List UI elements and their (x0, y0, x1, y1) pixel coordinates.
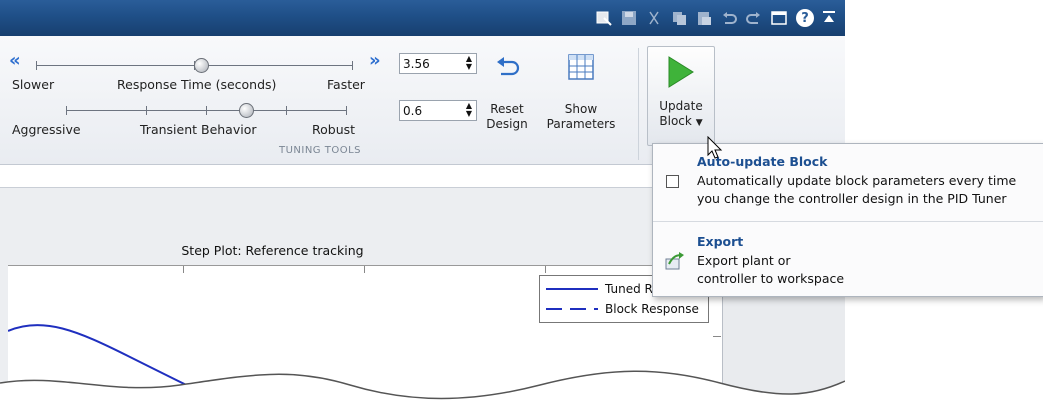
save-icon[interactable] (619, 8, 639, 28)
parameters-label: Parameters (546, 117, 616, 131)
torn-edge (0, 370, 845, 413)
slower-label: Slower (12, 77, 55, 92)
aggressive-label: Aggressive (12, 122, 81, 137)
legend-block-label: Block Response (605, 302, 699, 316)
spinner-arrows-icon[interactable]: ▲ ▼ (466, 102, 472, 118)
legend-entry-tuned: Tuned R (546, 279, 653, 299)
show-label: Show (564, 102, 598, 116)
play-icon (666, 55, 696, 93)
legend-solid-line (546, 288, 598, 290)
quick-access-toolbar: ? (594, 6, 839, 30)
robust-label: Robust (312, 122, 356, 137)
response-time-field[interactable]: 3.56 ▲ ▼ (399, 53, 477, 74)
response-time-value: 3.56 (403, 57, 430, 71)
transient-behavior-slider[interactable] (8, 99, 383, 123)
paste-icon[interactable] (694, 8, 714, 28)
menu-item-export[interactable]: Export Export plant or controller to wor… (653, 222, 1043, 296)
response-time-slider[interactable]: « » (8, 50, 383, 78)
design-label: Design (486, 117, 528, 131)
export-icon (665, 252, 685, 274)
undo-icon[interactable] (719, 8, 739, 28)
update-block-menu: Auto-update Block Automatically update b… (652, 143, 1043, 297)
tuning-tools-group-label: TUNING TOOLS (278, 145, 362, 156)
group-separator (638, 48, 639, 160)
mouse-cursor-icon (707, 136, 723, 159)
dropdown-arrow-icon[interactable]: ▼ (696, 118, 703, 128)
legend-tuned-label: Tuned R (605, 282, 653, 296)
collapse-icon[interactable] (819, 8, 839, 28)
transient-behavior-label: Transient Behavior (140, 122, 257, 137)
help-icon[interactable]: ? (796, 9, 814, 27)
reset-label: Reset (490, 102, 524, 116)
response-time-label: Response Time (seconds) (117, 77, 277, 92)
reset-design-button[interactable]: Reset Design (484, 54, 530, 142)
undo-arrow-icon (495, 56, 521, 86)
legend-dashed-line (546, 308, 598, 310)
copy-icon[interactable] (669, 8, 689, 28)
legend-entry-block: Block Response (546, 299, 699, 319)
slower-chevron-icon[interactable]: « (9, 50, 21, 71)
transient-behavior-value: 0.6 (403, 104, 423, 118)
cut-icon[interactable] (644, 8, 664, 28)
transient-behavior-knob[interactable] (239, 103, 254, 118)
update-block-button[interactable]: Update Block ▼ (647, 46, 715, 146)
export-title: Export (697, 234, 744, 249)
block-label: Block ▼ (659, 114, 703, 128)
block-icon[interactable] (594, 8, 614, 28)
faster-chevron-icon[interactable]: » (369, 50, 381, 71)
redo-icon[interactable] (744, 8, 764, 28)
update-label: Update (659, 99, 703, 113)
auto-update-description: Automatically update block parameters ev… (697, 173, 1017, 206)
plot-title: Step Plot: Reference tracking (181, 243, 364, 258)
response-time-knob[interactable] (194, 58, 209, 73)
show-parameters-button[interactable]: Show Parameters (544, 54, 618, 142)
spinner-arrows-icon[interactable]: ▲ ▼ (466, 55, 472, 71)
auto-update-checkbox[interactable] (666, 175, 679, 188)
table-icon (568, 54, 594, 84)
window-icon[interactable] (769, 8, 789, 28)
faster-label: Faster (327, 77, 365, 92)
export-description: Export plant or controller to workspace (697, 253, 845, 286)
title-bar: ? (0, 0, 845, 36)
transient-behavior-field[interactable]: 0.6 ▲ ▼ (399, 100, 477, 121)
